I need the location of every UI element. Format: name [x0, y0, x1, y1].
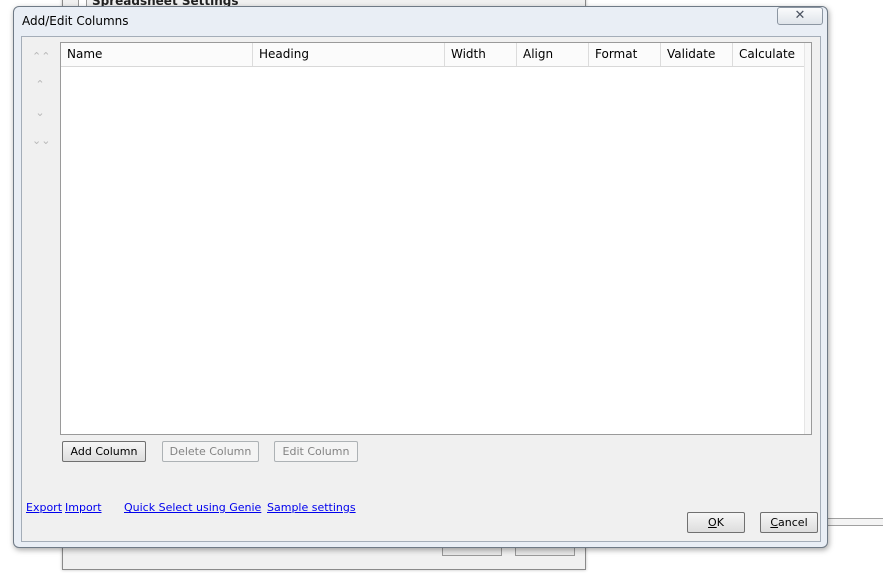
edit-column-button[interactable]: Edit Column [274, 441, 358, 462]
ok-button[interactable]: OK [687, 512, 745, 533]
import-link[interactable]: Import [65, 501, 102, 514]
cancel-button[interactable]: Cancel [760, 512, 818, 533]
sample-settings-link[interactable]: Sample settings [267, 501, 356, 514]
column-header-calculate[interactable]: Calculate [733, 43, 806, 66]
background-right-frame [823, 518, 883, 526]
grid-header: Name Heading Width Align Format Validate… [61, 43, 806, 67]
genie-link[interactable]: Quick Select using Genie [124, 501, 261, 514]
export-link[interactable]: Export [26, 501, 62, 514]
add-edit-columns-dialog: Add/Edit Columns ✕ ⌃⌃ ⌃ ⌄ ⌄⌄ Name Headin… [13, 6, 828, 548]
column-header-validate[interactable]: Validate [661, 43, 733, 66]
column-header-width[interactable]: Width [445, 43, 517, 66]
background-right-panel [826, 0, 883, 518]
move-bottom-icon[interactable]: ⌄⌄ [32, 133, 50, 149]
move-down-icon[interactable]: ⌄ [32, 105, 48, 121]
grid-scrollbar[interactable] [804, 43, 811, 434]
add-column-button[interactable]: Add Column [62, 441, 146, 462]
column-header-format[interactable]: Format [589, 43, 661, 66]
close-icon: ✕ [794, 8, 806, 23]
column-header-name[interactable]: Name [61, 43, 253, 66]
column-header-heading[interactable]: Heading [253, 43, 445, 66]
delete-column-button[interactable]: Delete Column [162, 441, 259, 462]
move-top-icon[interactable]: ⌃⌃ [32, 49, 50, 65]
dialog-body: ⌃⌃ ⌃ ⌄ ⌄⌄ Name Heading Width Align Forma… [21, 36, 821, 542]
columns-grid[interactable]: Name Heading Width Align Format Validate… [60, 42, 812, 435]
close-button[interactable]: ✕ [777, 7, 823, 25]
move-up-icon[interactable]: ⌃ [32, 77, 48, 93]
column-header-align[interactable]: Align [517, 43, 589, 66]
dialog-title: Add/Edit Columns [22, 14, 129, 28]
